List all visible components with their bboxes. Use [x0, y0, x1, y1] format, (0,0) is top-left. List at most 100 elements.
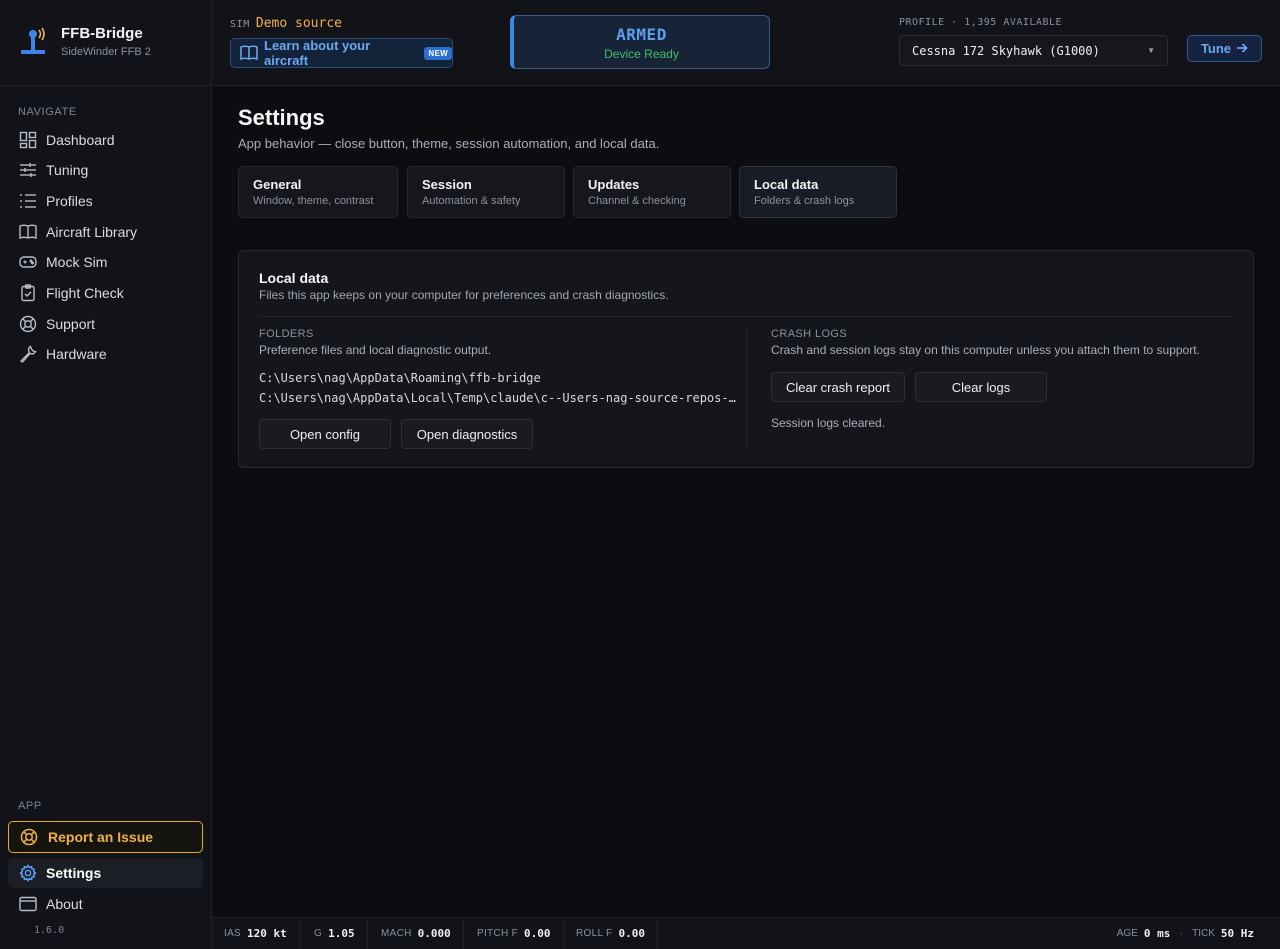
- config-folder-path: C:\Users\nag\AppData\Roaming\ffb-bridge: [259, 371, 541, 385]
- tab-title: Updates: [588, 177, 640, 192]
- card-title: Local data: [259, 270, 329, 286]
- stat-ias: IAS 120 kt: [212, 918, 300, 949]
- stat-mach: MACH 0.000: [369, 918, 464, 949]
- report-issue-button[interactable]: Report an Issue: [8, 821, 203, 853]
- sidebar-item-settings[interactable]: Settings: [8, 858, 203, 888]
- stat-value: 0.00: [524, 927, 551, 940]
- stat-value: 0.00: [618, 927, 645, 940]
- sidebar-item-about[interactable]: About: [8, 889, 203, 919]
- status-bar: IAS 120 kt G 1.05 MACH 0.000 PITCH F 0.0…: [212, 917, 1280, 949]
- report-issue-label: Report an Issue: [48, 829, 154, 845]
- stat-pitch-force: PITCH F 0.00: [465, 918, 564, 949]
- clear-status-message: Session logs cleared.: [771, 416, 886, 430]
- tab-title: Session: [422, 177, 472, 192]
- book-icon: [18, 222, 38, 242]
- sidebar-item-mock-sim[interactable]: Mock Sim: [8, 247, 203, 277]
- brand-subtitle: SideWinder FFB 2: [61, 46, 151, 58]
- stat-timing: AGE 0 ms · TICK 50 Hz: [1117, 918, 1254, 949]
- crash-logs-label: CRASH LOGS: [771, 328, 848, 340]
- stat-value: 0 ms: [1143, 927, 1171, 940]
- navigate-section-label: NAVIGATE: [18, 106, 77, 118]
- separator: ·: [1179, 927, 1184, 940]
- stat-value: 1.05: [328, 927, 355, 940]
- app-version: 1.6.0: [34, 925, 65, 936]
- tab-general[interactable]: General Window, theme, contrast: [238, 166, 398, 218]
- learn-aircraft-button[interactable]: Learn about your aircraft NEW: [230, 38, 453, 68]
- stat-g: G 1.05: [302, 918, 368, 949]
- top-bar: SIM Demo source Learn about your aircraf…: [212, 0, 1280, 86]
- diagnostics-folder-path: C:\Users\nag\AppData\Local\Temp\claude\c…: [259, 391, 736, 405]
- sidebar-item-hardware[interactable]: Hardware: [8, 339, 203, 369]
- tab-updates[interactable]: Updates Channel & checking: [573, 166, 731, 218]
- learn-aircraft-label: Learn about your aircraft: [264, 38, 371, 68]
- caret-down-icon: ▼: [1147, 46, 1155, 55]
- window-icon: [18, 894, 38, 914]
- crash-logs-description: Crash and session logs stay on this comp…: [771, 343, 1200, 357]
- stat-key: TICK: [1192, 928, 1215, 939]
- armed-status-panel: ARMED Device Ready: [510, 15, 770, 69]
- sidebar-item-dashboard[interactable]: Dashboard: [8, 125, 203, 155]
- stat-key: PITCH F: [477, 928, 518, 939]
- sidebar-item-label: Dashboard: [46, 132, 115, 148]
- gamepad-icon: [18, 252, 38, 272]
- tab-session[interactable]: Session Automation & safety: [407, 166, 565, 218]
- stat-value: 120 kt: [247, 927, 287, 940]
- main-content: Settings App behavior — close button, th…: [212, 86, 1280, 917]
- stat-key: ROLL F: [576, 928, 613, 939]
- tune-button[interactable]: Tune: [1187, 35, 1262, 62]
- sidebar-item-label: About: [46, 896, 83, 912]
- folders-description: Preference files and local diagnostic ou…: [259, 343, 492, 357]
- stat-roll-force: ROLL F 0.00: [564, 918, 658, 949]
- sidebar-item-label: Flight Check: [46, 285, 124, 301]
- card-subtitle: Files this app keeps on your computer fo…: [259, 288, 669, 302]
- armed-status: ARMED: [616, 25, 667, 44]
- stat-key: MACH: [381, 928, 412, 939]
- sliders-icon: [18, 160, 38, 180]
- sidebar-item-label: Tuning: [46, 162, 89, 178]
- sidebar-item-label: Aircraft Library: [46, 224, 138, 240]
- lifebuoy-icon: [19, 827, 39, 847]
- clear-logs-button[interactable]: Clear logs: [915, 372, 1047, 402]
- folders-label: FOLDERS: [259, 328, 314, 340]
- device-status: Device Ready: [604, 47, 679, 61]
- stat-key: IAS: [224, 928, 242, 939]
- sidebar-item-label: Hardware: [46, 346, 107, 362]
- sidebar-item-label: Profiles: [46, 193, 93, 209]
- dashboard-icon: [18, 130, 38, 150]
- local-data-card: Local data Files this app keeps on your …: [238, 250, 1254, 468]
- page-subtitle: App behavior — close button, theme, sess…: [238, 136, 660, 151]
- sidebar-item-aircraft-library[interactable]: Aircraft Library: [8, 217, 203, 247]
- brand: FFB-Bridge SideWinder FFB 2: [0, 0, 211, 86]
- tab-local-data[interactable]: Local data Folders & crash logs: [739, 166, 897, 218]
- tab-subtitle: Window, theme, contrast: [253, 195, 374, 207]
- clipboard-check-icon: [18, 283, 38, 303]
- joystick-logo-icon: [18, 26, 48, 58]
- stat-key: G: [314, 928, 323, 939]
- sidebar-item-tuning[interactable]: Tuning: [8, 155, 203, 185]
- sim-source: SIM Demo source: [230, 16, 342, 31]
- page-title: Settings: [238, 105, 325, 130]
- open-diagnostics-button[interactable]: Open diagnostics: [401, 419, 533, 449]
- sidebar-item-label: Mock Sim: [46, 254, 108, 270]
- profile-select[interactable]: Cessna 172 Skyhawk (G1000) ▼: [899, 35, 1168, 66]
- tab-subtitle: Automation & safety: [422, 195, 521, 207]
- stat-key: AGE: [1116, 928, 1138, 939]
- divider: [259, 316, 1233, 317]
- sidebar-item-label: Settings: [46, 865, 102, 881]
- sim-tag: SIM: [230, 19, 250, 30]
- sidebar-item-flight-check[interactable]: Flight Check: [8, 278, 203, 308]
- stat-value: 0.000: [417, 927, 451, 940]
- sidebar-item-support[interactable]: Support: [8, 309, 203, 339]
- open-config-button[interactable]: Open config: [259, 419, 391, 449]
- sim-source-value: Demo source: [255, 16, 342, 31]
- sidebar-item-profiles[interactable]: Profiles: [8, 186, 203, 216]
- book-icon: [240, 44, 258, 62]
- profile-selected-value: Cessna 172 Skyhawk (G1000): [912, 43, 1100, 58]
- tab-title: General: [253, 177, 302, 192]
- lifebuoy-icon: [18, 314, 38, 334]
- clear-crash-report-button[interactable]: Clear crash report: [771, 372, 905, 402]
- arrow-right-icon: [1236, 41, 1248, 57]
- sidebar-item-label: Support: [46, 316, 96, 332]
- wrench-icon: [18, 344, 38, 364]
- tab-subtitle: Folders & crash logs: [754, 195, 855, 207]
